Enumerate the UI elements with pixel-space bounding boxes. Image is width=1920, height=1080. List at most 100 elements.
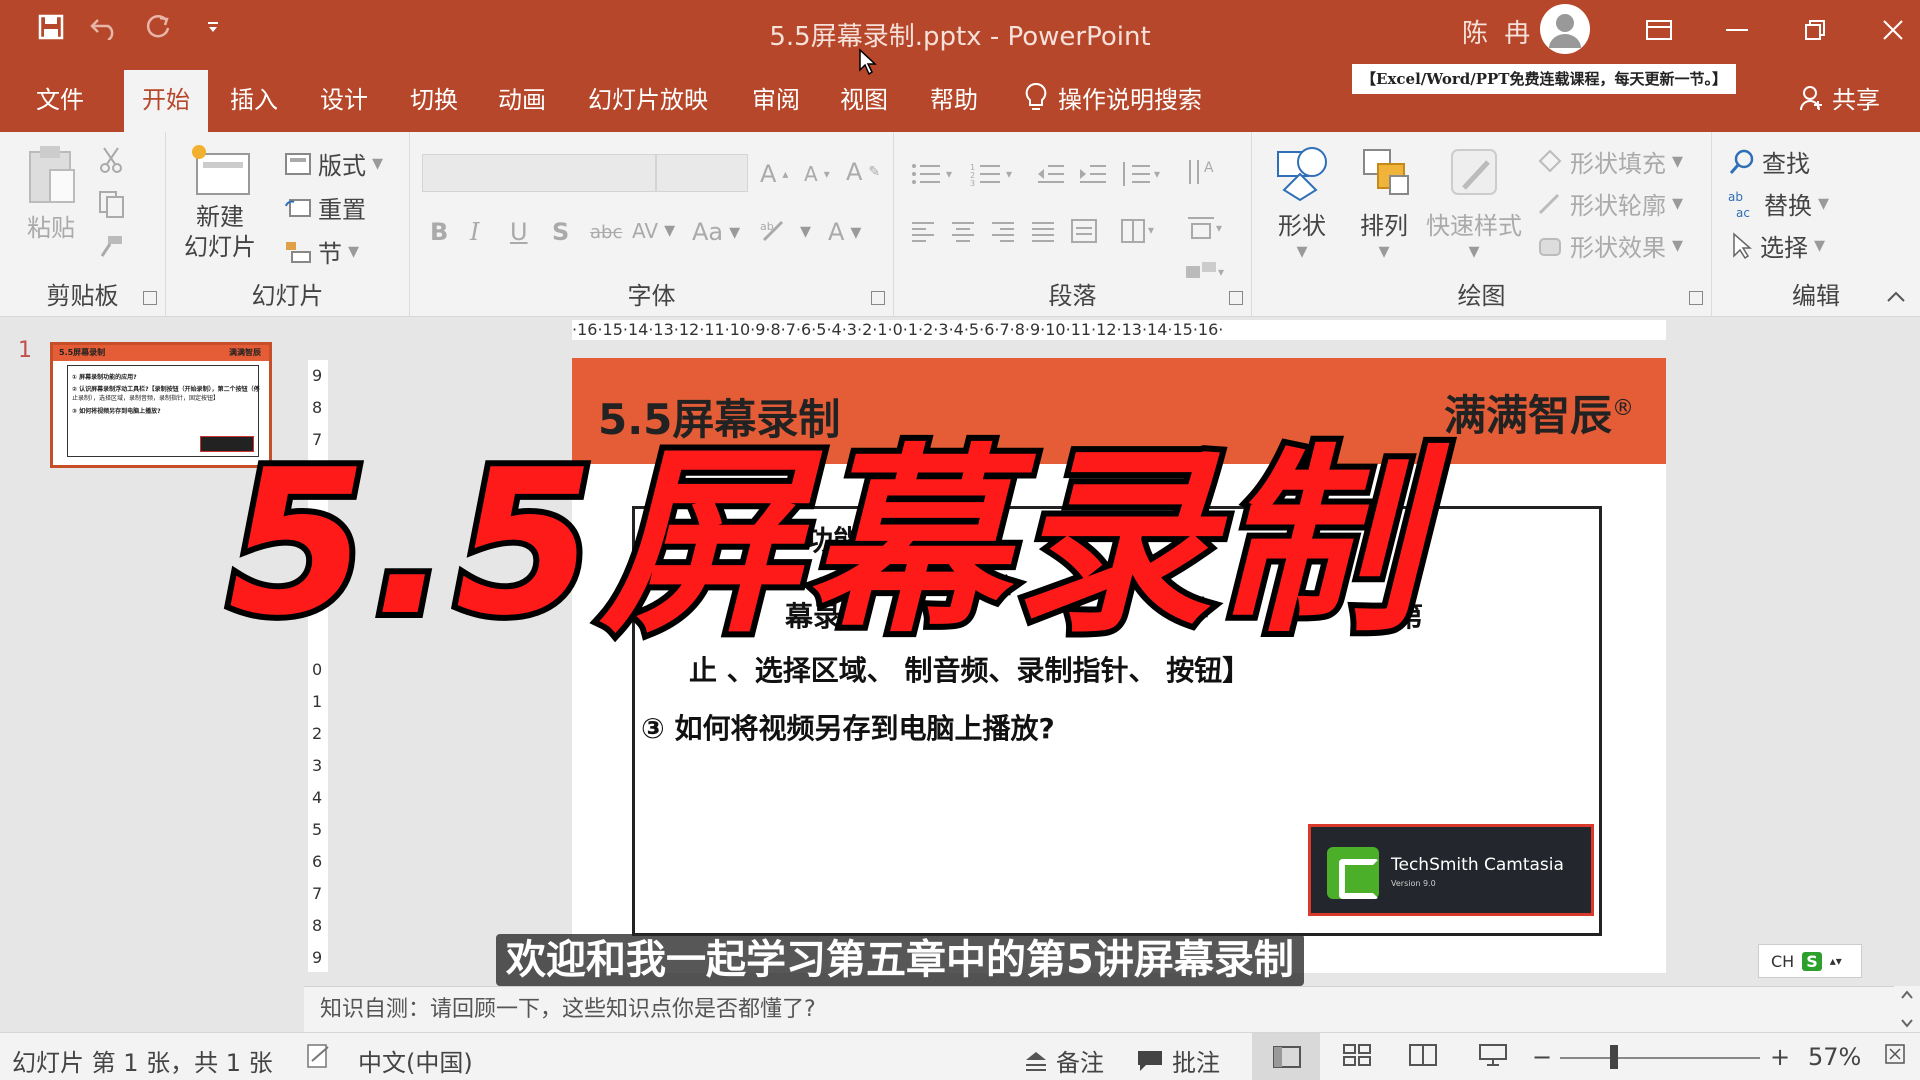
shape-fill-button[interactable]: 形状填充 ▾ xyxy=(1536,144,1683,179)
language-status[interactable]: 中文(中国) xyxy=(358,1043,473,1078)
ime-dropdown-icon[interactable]: ▴▾ xyxy=(1830,954,1842,968)
section-icon xyxy=(286,241,311,263)
distributed-icon[interactable] xyxy=(1070,218,1098,244)
font-launcher-icon[interactable] xyxy=(871,291,885,305)
status-bar: 幻灯片 第 1 张，共 1 张 中文(中国) 备注 批注 − + 57% xyxy=(0,1032,1920,1080)
line-spacing-icon[interactable]: ▾ xyxy=(1120,160,1164,188)
slide-brand[interactable]: 满满智辰® xyxy=(1444,382,1634,443)
share-button[interactable]: 共享 xyxy=(1800,80,1880,115)
tab-insert[interactable]: 插入 xyxy=(230,80,278,115)
tab-home[interactable]: 开始 xyxy=(124,70,208,132)
tab-view[interactable]: 视图 xyxy=(840,80,888,115)
comments-button[interactable]: 批注 xyxy=(1136,1043,1220,1078)
bullets-icon[interactable]: ▾ xyxy=(910,162,958,186)
new-slide-button[interactable]: 新建 幻灯片 xyxy=(184,142,256,262)
align-left-icon[interactable] xyxy=(910,220,936,242)
group-label-slides: 幻灯片 xyxy=(251,282,324,310)
change-case-button[interactable]: Aa ▾ xyxy=(692,218,740,246)
zoom-slider[interactable] xyxy=(1560,1057,1760,1059)
tab-slideshow[interactable]: 幻灯片放映 xyxy=(588,80,708,115)
tab-review[interactable]: 审阅 xyxy=(752,80,800,115)
ime-indicator[interactable]: CH S ▴▾ xyxy=(1758,944,1862,978)
slide-sorter-view-icon[interactable] xyxy=(1342,1043,1372,1067)
arrange-button[interactable]: 排列 ▾ xyxy=(1354,144,1414,264)
shape-outline-button[interactable]: 形状轮廓 ▾ xyxy=(1536,186,1683,221)
font-color-button[interactable]: A ▾ xyxy=(828,218,861,246)
underline-button[interactable]: U xyxy=(510,218,528,246)
quick-styles-button[interactable]: 快速样式 ▾ xyxy=(1426,144,1522,264)
clipboard-launcher-icon[interactable] xyxy=(143,291,157,305)
layout-label: 版式 xyxy=(318,152,366,180)
font-size-select[interactable] xyxy=(656,154,748,192)
paste-button[interactable]: 粘贴 xyxy=(24,144,78,243)
zoom-slider-thumb[interactable] xyxy=(1610,1045,1618,1069)
ruler-mark: 8 xyxy=(312,916,323,935)
new-slide-icon xyxy=(192,145,250,195)
increase-indent-icon[interactable] xyxy=(1078,162,1108,186)
section-button[interactable]: 节 ▾ xyxy=(284,234,359,269)
tab-transitions[interactable]: 切换 xyxy=(410,80,458,115)
clear-formatting-icon[interactable]: A ✎ xyxy=(846,158,880,186)
strikethrough-button[interactable]: abc xyxy=(590,222,622,243)
align-center-icon[interactable] xyxy=(950,220,976,242)
notes-button[interactable]: 备注 xyxy=(1024,1043,1104,1078)
zoom-out-button[interactable]: − xyxy=(1532,1043,1552,1071)
drawing-launcher-icon[interactable] xyxy=(1689,291,1703,305)
italic-button[interactable]: I xyxy=(470,218,479,246)
collapse-ribbon-icon[interactable] xyxy=(1886,288,1906,307)
shadow-button[interactable]: S xyxy=(552,218,569,246)
format-painter-icon[interactable] xyxy=(98,234,124,260)
cut-icon[interactable] xyxy=(98,146,124,174)
font-name-select[interactable] xyxy=(422,154,656,192)
decrease-font-icon[interactable]: A ▾ xyxy=(804,162,830,186)
avatar[interactable] xyxy=(1540,4,1590,54)
slideshow-view-icon[interactable] xyxy=(1478,1043,1508,1067)
vertical-scrollbar[interactable] xyxy=(1894,986,1920,1032)
align-right-icon[interactable] xyxy=(990,220,1016,242)
layout-button[interactable]: 版式 ▾ xyxy=(284,146,383,181)
zoom-level[interactable]: 57% xyxy=(1808,1043,1861,1071)
increase-font-icon[interactable]: A ▴ xyxy=(760,160,788,188)
numbering-icon[interactable]: 1 2 3 ▾ xyxy=(970,162,1018,186)
replace-button[interactable]: ab ac 替换 ▾ xyxy=(1728,186,1829,221)
reset-button[interactable]: 重置 xyxy=(284,190,366,225)
char-spacing-button[interactable]: AV ▾ xyxy=(632,218,675,243)
shapes-button[interactable]: 形状 ▾ xyxy=(1272,144,1332,264)
align-text-icon[interactable]: ▾ xyxy=(1184,214,1228,244)
minimize-icon[interactable] xyxy=(1698,10,1776,50)
spellcheck-icon[interactable] xyxy=(304,1043,332,1069)
reading-view-icon[interactable] xyxy=(1408,1043,1438,1067)
tab-file[interactable]: 文件 xyxy=(36,80,84,115)
shape-effects-button[interactable]: 形状效果 ▾ xyxy=(1536,228,1683,263)
arrange-icon xyxy=(1363,149,1409,195)
decrease-indent-icon[interactable] xyxy=(1036,162,1066,186)
change-case-label: Aa xyxy=(692,218,724,246)
ruler-mark: 2 xyxy=(312,724,323,743)
select-button[interactable]: 选择 ▾ xyxy=(1728,228,1825,263)
search-tip-label: 操作说明搜索 xyxy=(1058,86,1202,114)
horizontal-ruler[interactable]: ·16·15·14·13·12·11·10·9·8·7·6·5·4·3·2·1·… xyxy=(572,320,1666,340)
find-button[interactable]: 查找 xyxy=(1728,144,1810,179)
zoom-in-button[interactable]: + xyxy=(1770,1043,1790,1071)
close-icon[interactable] xyxy=(1854,10,1920,50)
quick-styles-label: 快速样式 xyxy=(1426,212,1522,240)
slide-line: ③ 如何将视频另存到电脑上播放? xyxy=(641,712,1055,745)
columns-icon[interactable]: ▾ xyxy=(1120,218,1160,244)
paint-bucket-icon xyxy=(1538,149,1562,172)
tab-design[interactable]: 设计 xyxy=(320,80,368,115)
copy-icon[interactable] xyxy=(98,190,128,218)
tab-animations[interactable]: 动画 xyxy=(498,80,546,115)
user-name[interactable]: 陈 冉 xyxy=(1462,13,1534,50)
justify-icon[interactable] xyxy=(1030,220,1056,242)
text-direction-icon[interactable]: A xyxy=(1184,156,1228,188)
tab-help[interactable]: 帮助 xyxy=(930,80,978,115)
bold-button[interactable]: B xyxy=(430,218,448,246)
paragraph-launcher-icon[interactable] xyxy=(1229,291,1243,305)
normal-view-button[interactable] xyxy=(1252,1033,1320,1080)
fit-to-window-icon[interactable] xyxy=(1884,1043,1906,1065)
notes-pane[interactable]: 知识自测：请回顾一下，这些知识点你是否都懂了? xyxy=(304,986,1894,1032)
highlight-icon[interactable]: ab ▾ xyxy=(760,218,811,244)
ribbon-display-options-icon[interactable] xyxy=(1620,10,1698,50)
tell-me-search[interactable]: 操作说明搜索 xyxy=(1024,80,1202,115)
restore-icon[interactable] xyxy=(1776,10,1854,50)
